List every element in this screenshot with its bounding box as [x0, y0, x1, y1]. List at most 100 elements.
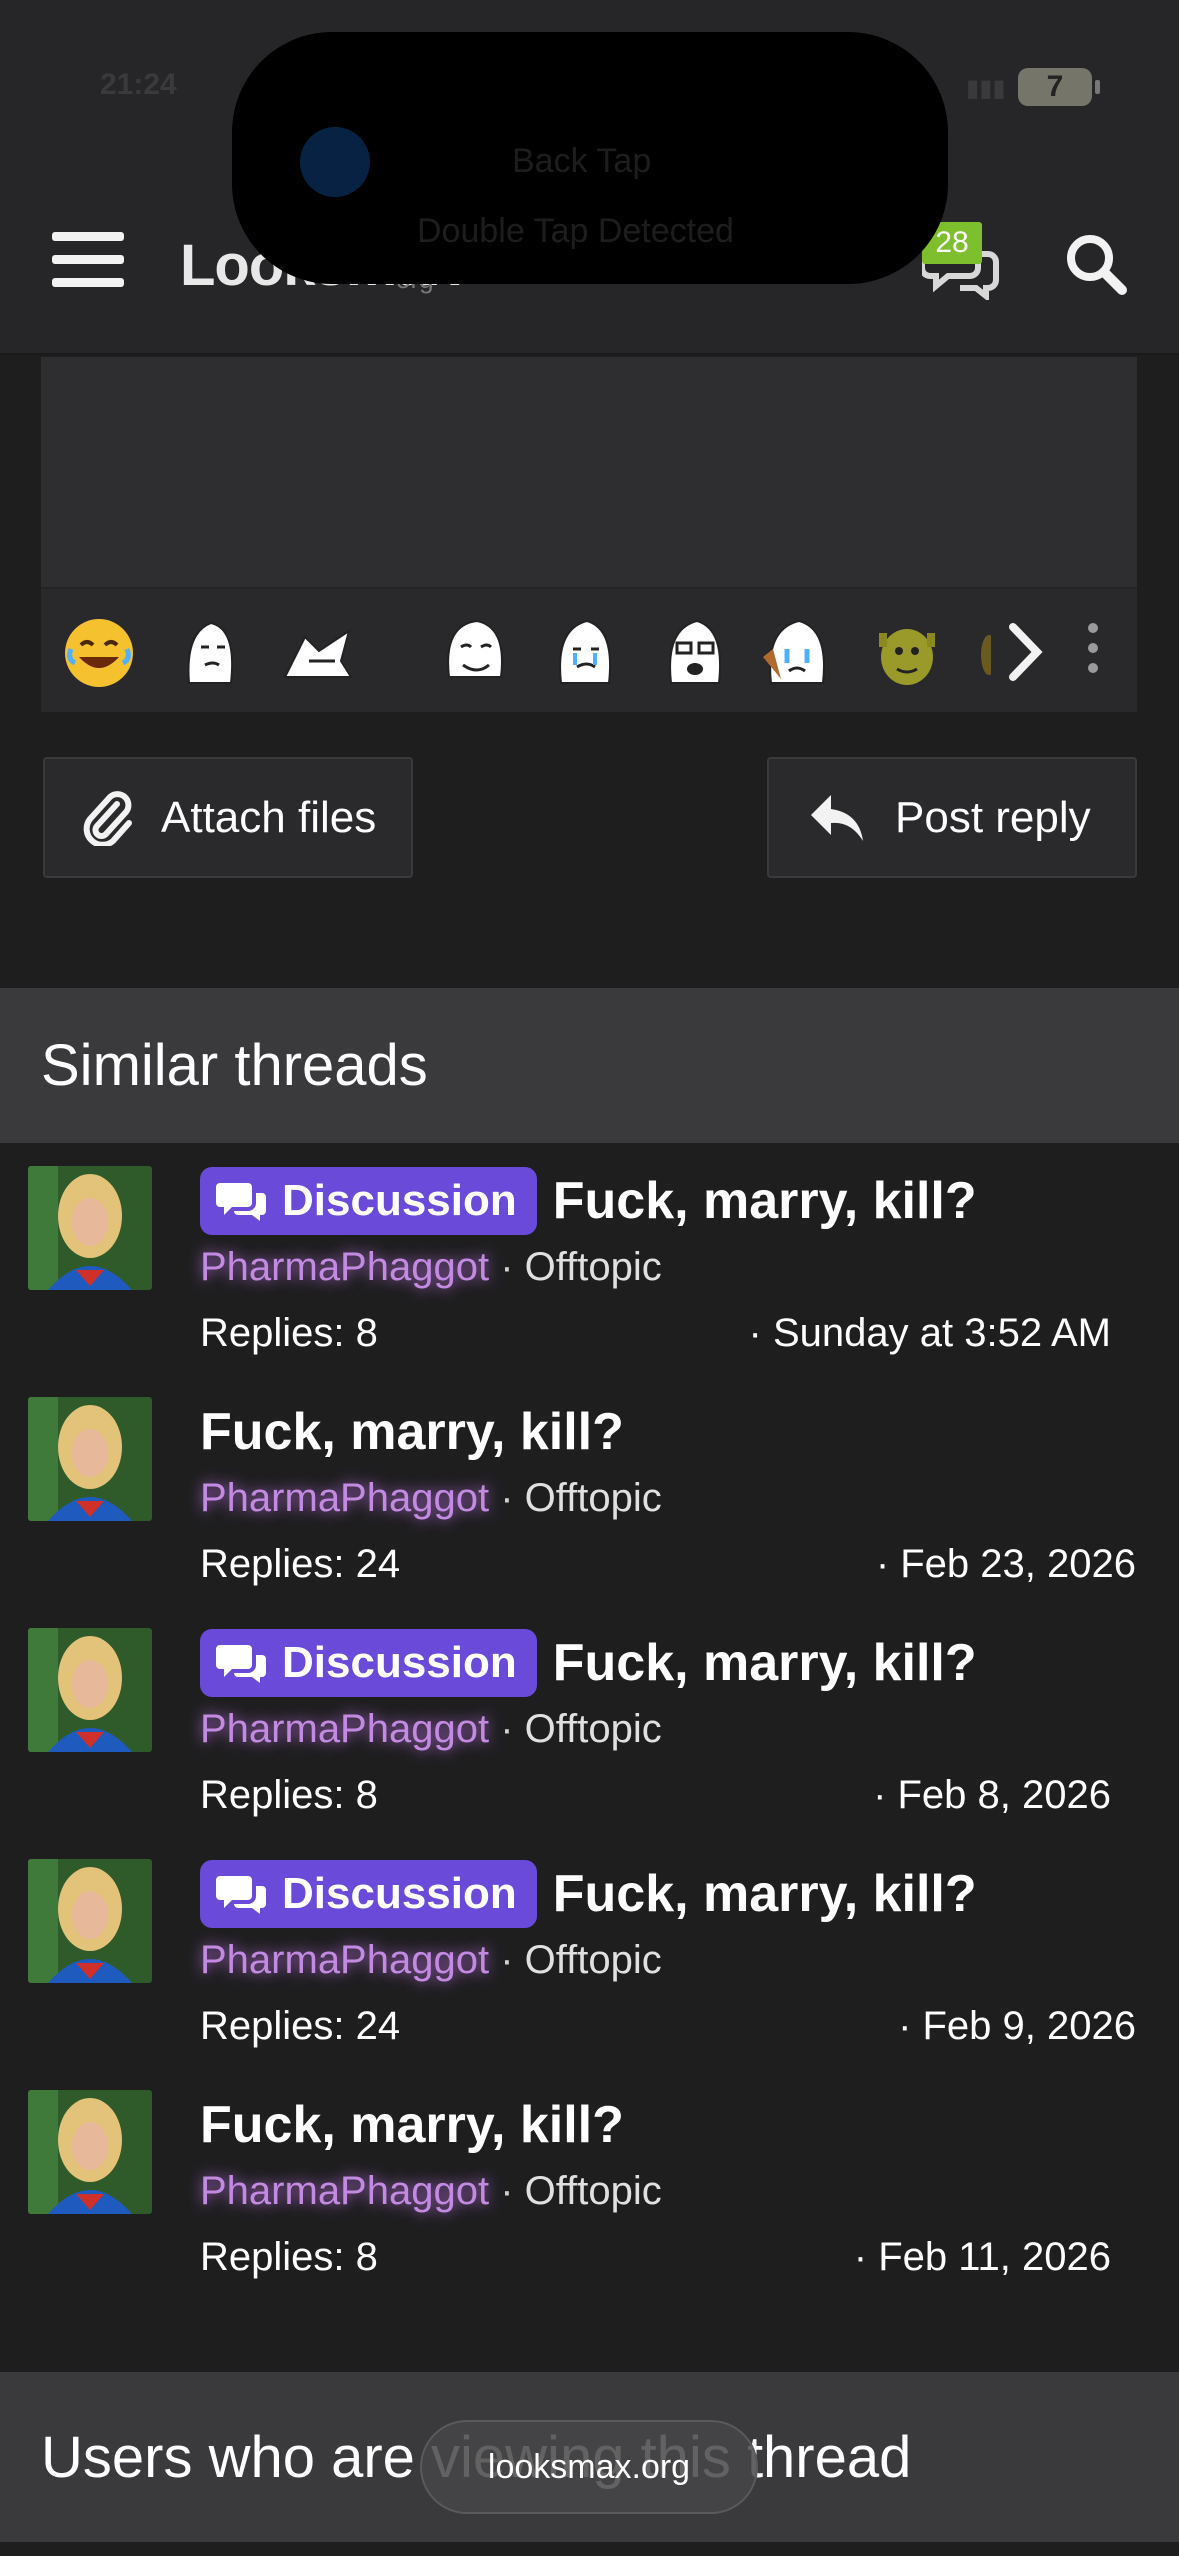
battery-icon: 7 [1018, 68, 1092, 106]
notification-title: Back Tap [512, 142, 652, 180]
thread-author[interactable]: PharmaPhaggot [200, 1707, 489, 1751]
thread-row[interactable]: Discussion Fuck, marry, kill? PharmaPhag… [0, 1607, 1179, 1838]
notification-app-icon [300, 127, 370, 197]
avatar[interactable] [28, 1166, 152, 1290]
dot [1088, 643, 1098, 653]
avatar[interactable] [28, 1397, 152, 1521]
similar-threads-title: Similar threads [41, 1033, 428, 1098]
crying-bald-emoji-icon[interactable] [761, 617, 833, 689]
meta-separator: · [500, 1476, 525, 1520]
thread-replies: Replies: 8 [200, 1773, 378, 1817]
thread-meta: PharmaPhaggot · Offtopic [200, 1245, 662, 1290]
thread-row[interactable]: Fuck, marry, kill? PharmaPhaggot · Offto… [0, 2069, 1179, 2300]
attach-files-label: Attach files [161, 792, 377, 842]
thread-replies: Replies: 24 [200, 1542, 401, 1586]
laughing-emoji-icon[interactable] [63, 617, 135, 689]
thread-title[interactable]: Fuck, marry, kill? [553, 1860, 977, 1928]
discussion-label[interactable]: Discussion [200, 1629, 537, 1697]
thread-row[interactable]: Fuck, marry, kill? PharmaPhaggot · Offto… [0, 1376, 1179, 1607]
avatar-image [28, 1397, 152, 1521]
avatar-image [28, 1628, 152, 1752]
trollface-emoji-icon[interactable] [439, 617, 511, 689]
dot [1088, 663, 1098, 673]
chevron-right-icon[interactable] [999, 619, 1049, 685]
reply-icon [811, 794, 863, 841]
meta-separator: · [500, 1245, 525, 1289]
thread-date: · Feb 11, 2026 [853, 2235, 1111, 2279]
discussion-label-text: Discussion [282, 1176, 517, 1225]
avatar-image [28, 1166, 152, 1290]
thread-meta: PharmaPhaggot · Offtopic [200, 1476, 662, 1521]
thread-title-row: Discussion Fuck, marry, kill? [200, 1629, 977, 1697]
thread-title-row: Discussion Fuck, marry, kill? [200, 1167, 977, 1235]
thread-replies: Replies: 8 [200, 1311, 378, 1355]
cellular-signal-icon: ▮▮▮ [966, 75, 1006, 102]
notification-subtitle: Double Tap Detected [417, 212, 734, 250]
shrek-emoji-icon[interactable] [871, 617, 943, 689]
more-options-icon[interactable] [1081, 617, 1105, 689]
thread-meta: PharmaPhaggot · Offtopic [200, 1938, 662, 1983]
meta-separator: · [500, 2169, 525, 2213]
avatar-image [28, 1859, 152, 1983]
discussion-icon [216, 1876, 266, 1914]
paperclip-icon [83, 790, 132, 846]
thread-meta: PharmaPhaggot · Offtopic [200, 1707, 662, 1752]
thread-author[interactable]: PharmaPhaggot [200, 1476, 489, 1520]
thread-date: · Feb 9, 2026 [898, 2004, 1136, 2048]
thread-title-row: Fuck, marry, kill? [200, 1398, 624, 1466]
similar-threads-header: Similar threads [0, 988, 1179, 1143]
browser-url-bar[interactable]: looksmax.org [420, 2420, 758, 2514]
discussion-icon [216, 1183, 266, 1221]
thread-replies: Replies: 8 [200, 2235, 378, 2279]
chad-shark-emoji-icon[interactable] [281, 617, 353, 689]
thread-date: · Feb 8, 2026 [873, 1773, 1111, 1817]
discussion-label[interactable]: Discussion [200, 1860, 537, 1928]
thread-title-row: Discussion Fuck, marry, kill? [200, 1860, 977, 1928]
menu-button[interactable] [52, 232, 124, 294]
emoji-bar [41, 587, 1137, 712]
dot [1088, 623, 1098, 633]
battery-tip [1095, 80, 1100, 94]
thread-forum[interactable]: Offtopic [525, 1476, 662, 1520]
meta-separator: · [500, 1938, 525, 1982]
thread-title[interactable]: Fuck, marry, kill? [553, 1167, 977, 1235]
thread-replies: Replies: 24 [200, 2004, 401, 2048]
browser-url: looksmax.org [487, 2447, 691, 2486]
notification-island: Back Tap Double Tap Detected [232, 32, 948, 284]
avatar[interactable] [28, 2090, 152, 2214]
thread-date: · Feb 23, 2026 [875, 1542, 1136, 1586]
thread-forum[interactable]: Offtopic [525, 1938, 662, 1982]
thread-author[interactable]: PharmaPhaggot [200, 1245, 489, 1289]
thread-forum[interactable]: Offtopic [525, 1245, 662, 1289]
status-time: 21:24 [100, 68, 177, 101]
thread-title[interactable]: Fuck, marry, kill? [553, 1629, 977, 1697]
thread-forum[interactable]: Offtopic [525, 1707, 662, 1751]
discussion-label[interactable]: Discussion [200, 1167, 537, 1235]
discussion-label-text: Discussion [282, 1638, 517, 1687]
partial-emoji-icon[interactable] [971, 617, 991, 689]
avatar[interactable] [28, 1859, 152, 1983]
thread-forum[interactable]: Offtopic [525, 2169, 662, 2213]
soyjak-glasses-emoji-icon[interactable] [659, 617, 731, 689]
hamburger-bar [52, 232, 124, 241]
search-icon[interactable] [1064, 232, 1128, 296]
thread-meta: PharmaPhaggot · Offtopic [200, 2169, 662, 2214]
thread-row[interactable]: Discussion Fuck, marry, kill? PharmaPhag… [0, 1145, 1179, 1376]
thread-author[interactable]: PharmaPhaggot [200, 1938, 489, 1982]
post-reply-label: Post reply [895, 792, 1091, 842]
thread-author[interactable]: PharmaPhaggot [200, 2169, 489, 2213]
hamburger-bar [52, 255, 124, 264]
post-reply-button[interactable]: Post reply [767, 757, 1137, 878]
crying-wojak-emoji-icon[interactable] [549, 617, 621, 689]
meta-separator: · [500, 1707, 525, 1751]
avatar[interactable] [28, 1628, 152, 1752]
thread-title[interactable]: Fuck, marry, kill? [200, 2091, 624, 2159]
reply-editor[interactable] [41, 357, 1137, 712]
wojak-emoji-icon[interactable] [175, 617, 247, 689]
thread-title[interactable]: Fuck, marry, kill? [200, 1398, 624, 1466]
hamburger-bar [52, 278, 124, 287]
site-header: 21:24 ▮▮▮ 7 Looksmax org 28 Back Tap Dou… [0, 0, 1179, 355]
thread-row[interactable]: Discussion Fuck, marry, kill? PharmaPhag… [0, 1838, 1179, 2069]
attach-files-button[interactable]: Attach files [43, 757, 413, 878]
discussion-icon [216, 1645, 266, 1683]
